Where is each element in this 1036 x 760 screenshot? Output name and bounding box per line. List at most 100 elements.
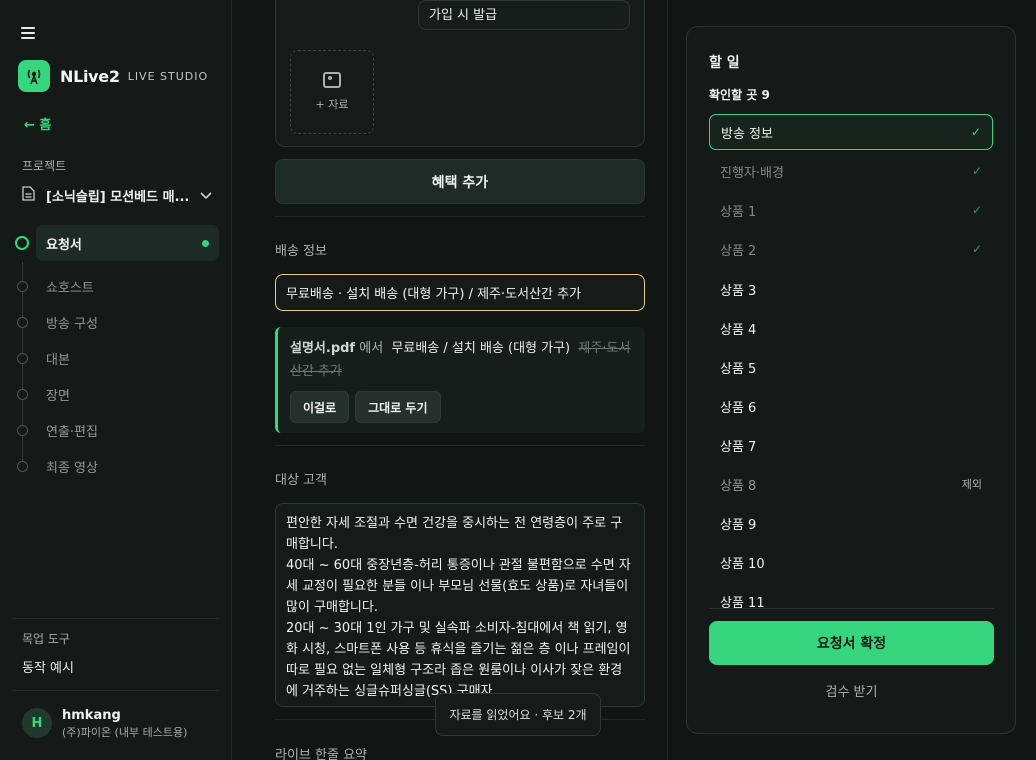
tools-item-demo[interactable]: 동작 예시 <box>22 657 74 676</box>
logo[interactable]: NLive2 LIVE STUDIO <box>18 60 208 92</box>
step-final-video[interactable]: 최종 영상 <box>0 448 232 484</box>
suggestion-source: 설명서.pdf <box>290 341 356 356</box>
add-benefit-button[interactable]: 혜택 추가 <box>275 159 645 204</box>
step-dot-icon <box>17 316 28 328</box>
app-name: NLive2 <box>60 66 120 86</box>
project-selector[interactable]: [소닉슬립] 모션베드 매... <box>22 186 212 205</box>
toast-notification: 자료를 읽었어요 · 후보 2개 <box>435 693 601 736</box>
check-icon: ✓ <box>971 242 982 256</box>
chevron-down-icon <box>200 189 212 203</box>
target-line: 편안한 자세 조절과 수면 건강을 중시하는 전 연령층이 주로 구매합니다. <box>286 516 623 552</box>
check-icon: ✓ <box>971 203 982 217</box>
step-label: 장면 <box>46 388 70 404</box>
todo-item-label: 상품 9 <box>720 517 757 533</box>
todo-item-label: 진행자·배경 <box>720 165 784 181</box>
todo-item-label: 상품 5 <box>720 361 757 377</box>
sidebar: NLive2 LIVE STUDIO ← 홈 프로젝트 [소닉슬립] 모션베드 … <box>0 0 232 760</box>
step-dot-icon <box>17 388 28 400</box>
todo-item[interactable]: 상품 5 <box>709 349 993 385</box>
step-script[interactable]: 대본 <box>0 340 232 376</box>
todo-item[interactable]: 상품 9 <box>709 505 993 541</box>
target-customer-textarea[interactable]: 편안한 자세 조절과 수면 건강을 중시하는 전 연령층이 주로 구매합니다. … <box>275 503 645 707</box>
keep-original-button[interactable]: 그대로 두기 <box>355 391 441 423</box>
todo-item[interactable]: 상품 2 ✓ <box>709 231 993 267</box>
menu-icon[interactable] <box>21 27 35 39</box>
suggestion-from: 에서 <box>359 341 384 356</box>
request-form: 가입 시 발급 + 자료 혜택 추가 배송 정보 무료배송 · 설치 배송 (대… <box>232 0 668 760</box>
todo-item[interactable]: 방송 정보 ✓ <box>709 114 993 150</box>
todo-item[interactable]: 상품 6 <box>709 388 993 424</box>
todo-item[interactable]: 상품 7 <box>709 427 993 463</box>
todo-item[interactable]: 상품 11 <box>709 583 993 609</box>
todo-item[interactable]: 상품 1 ✓ <box>709 192 993 228</box>
step-dot-icon <box>15 236 29 250</box>
todo-item-label: 상품 3 <box>720 283 757 299</box>
app-subtitle: LIVE STUDIO <box>127 69 209 83</box>
request-review-link[interactable]: 검수 받기 <box>709 681 994 700</box>
todo-item-label: 상품 10 <box>720 556 765 572</box>
target-customer-label: 대상 고객 <box>275 473 327 488</box>
step-broadcast-structure[interactable]: 방송 구성 <box>0 304 232 340</box>
todo-title: 할 일 <box>709 55 740 71</box>
todo-item-label: 상품 1 <box>720 204 757 220</box>
todo-item-label: 상품 2 <box>720 243 757 259</box>
benefit-field[interactable]: 가입 시 발급 <box>418 0 630 30</box>
todo-item-label: 상품 4 <box>720 322 757 338</box>
todo-item-label: 상품 7 <box>720 439 757 455</box>
accept-suggestion-button[interactable]: 이걸로 <box>290 391 350 423</box>
upload-button[interactable]: + 자료 <box>290 50 374 134</box>
step-dot-icon <box>17 352 28 364</box>
divider <box>12 618 219 619</box>
divider <box>275 216 645 217</box>
check-icon: ✓ <box>970 125 981 139</box>
step-label: 최종 영상 <box>46 460 98 476</box>
suggestion-text: 무료배송 / 설치 배송 (대형 가구) <box>391 341 571 356</box>
step-scenes[interactable]: 장면 <box>0 376 232 412</box>
target-line: 40대 ~ 60대 중장년층-허리 통증이나 관절 불편함으로 수면 자세 교정… <box>286 558 631 615</box>
broadcast-icon <box>18 60 50 92</box>
step-directing[interactable]: 연출·편집 <box>0 412 232 448</box>
todo-item-label: 상품 8 <box>720 478 757 494</box>
step-label: 대본 <box>46 352 70 368</box>
divider <box>275 445 645 446</box>
todo-list: 방송 정보 ✓ 진행자·배경 ✓ 상품 1 ✓ 상품 2 ✓ 상품 3 상품 4… <box>709 114 994 608</box>
step-label: 쇼호스트 <box>46 280 94 296</box>
step-request[interactable]: 요청서 <box>0 225 232 261</box>
user-organization: (주)파이온 (내부 테스트용) <box>62 726 188 739</box>
todo-item[interactable]: 상품 4 <box>709 310 993 346</box>
step-dot-icon <box>17 460 28 472</box>
check-icon: ✓ <box>971 164 982 178</box>
step-label: 방송 구성 <box>46 316 98 332</box>
shipping-suggestion: 설명서.pdf 에서 무료배송 / 설치 배송 (대형 가구) 제주·도서산간 … <box>275 327 645 433</box>
todo-item-label: 상품 6 <box>720 400 757 416</box>
todo-item[interactable]: 상품 3 <box>709 271 993 307</box>
todo-panel: 할 일 확인할 곳 9 방송 정보 ✓ 진행자·배경 ✓ 상품 1 ✓ 상품 2… <box>686 26 1016 734</box>
step-label: 연출·편집 <box>46 424 98 440</box>
confirm-request-button[interactable]: 요청서 확정 <box>709 621 994 665</box>
shipping-input[interactable]: 무료배송 · 설치 배송 (대형 가구) / 제주·도서산간 추가 <box>275 274 645 311</box>
divider <box>12 690 219 691</box>
target-line: 20대 ~ 30대 1인 가구 및 실속파 소비자-침대에서 책 읽기, 영화 … <box>286 621 631 699</box>
todo-item[interactable]: 상품 10 <box>709 544 993 580</box>
todo-item[interactable]: 상품 8 제외 <box>709 466 993 502</box>
excluded-badge: 제외 <box>961 478 982 491</box>
step-showhost[interactable]: 쇼호스트 <box>0 268 232 304</box>
todo-count: 확인할 곳 9 <box>709 88 770 102</box>
image-icon <box>323 72 341 88</box>
shipping-label: 배송 정보 <box>275 244 327 259</box>
project-name: [소닉슬립] 모션베드 매... <box>46 190 188 205</box>
document-icon <box>22 186 40 205</box>
todo-item[interactable]: 진행자·배경 ✓ <box>709 153 993 189</box>
todo-item-label: 방송 정보 <box>721 126 773 142</box>
project-section-label: 프로젝트 <box>22 159 67 173</box>
user-name: hmkang <box>62 708 121 723</box>
divider <box>709 608 994 609</box>
home-link[interactable]: ← 홈 <box>24 114 51 133</box>
step-dot-icon <box>17 424 28 436</box>
live-summary-label: 라이브 한줄 요약 <box>275 748 367 760</box>
tools-section-label: 목업 도구 <box>22 632 70 646</box>
avatar[interactable]: H <box>22 708 52 738</box>
todo-item-label: 상품 11 <box>720 595 765 609</box>
step-dot-icon <box>17 280 28 292</box>
upload-label: + 자료 <box>315 98 349 111</box>
